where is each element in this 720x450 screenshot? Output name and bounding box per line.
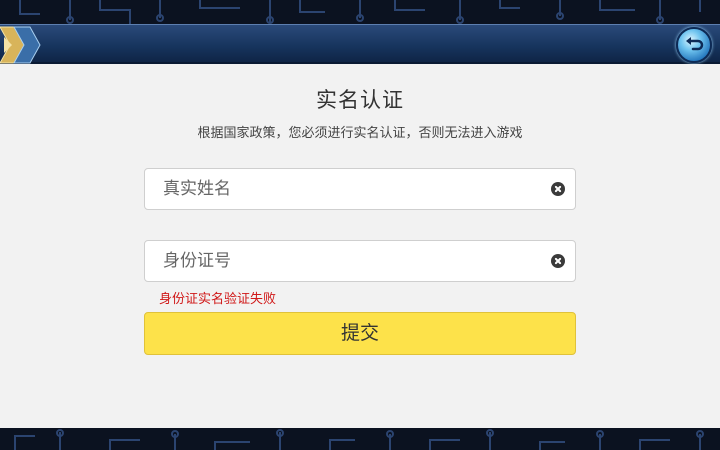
real-name-field[interactable] [144,168,576,210]
top-bar [0,24,720,64]
id-number-input[interactable] [163,241,543,281]
clear-icon[interactable] [551,254,565,268]
error-message: 身份证实名验证失败 [159,292,277,307]
page-title: 实名认证 [316,88,404,112]
policy-notice: 根据国家政策，您必须进行实名认证，否则无法进入游戏 [197,126,523,141]
id-number-field[interactable] [144,240,576,282]
real-name-input[interactable] [163,169,543,209]
emblem-icon [0,26,41,64]
back-button[interactable] [676,27,712,63]
bottom-decor-band [0,428,720,450]
verification-panel: 实名认证 根据国家政策，您必须进行实名认证，否则无法进入游戏 身份证实名验证失败… [0,64,720,428]
back-arrow-icon [686,37,704,51]
circuit-pattern [19,0,701,26]
clear-icon[interactable] [551,182,565,196]
submit-button[interactable]: 提交 [144,312,576,355]
top-decor-band [0,0,720,26]
circuit-pattern [14,429,704,450]
